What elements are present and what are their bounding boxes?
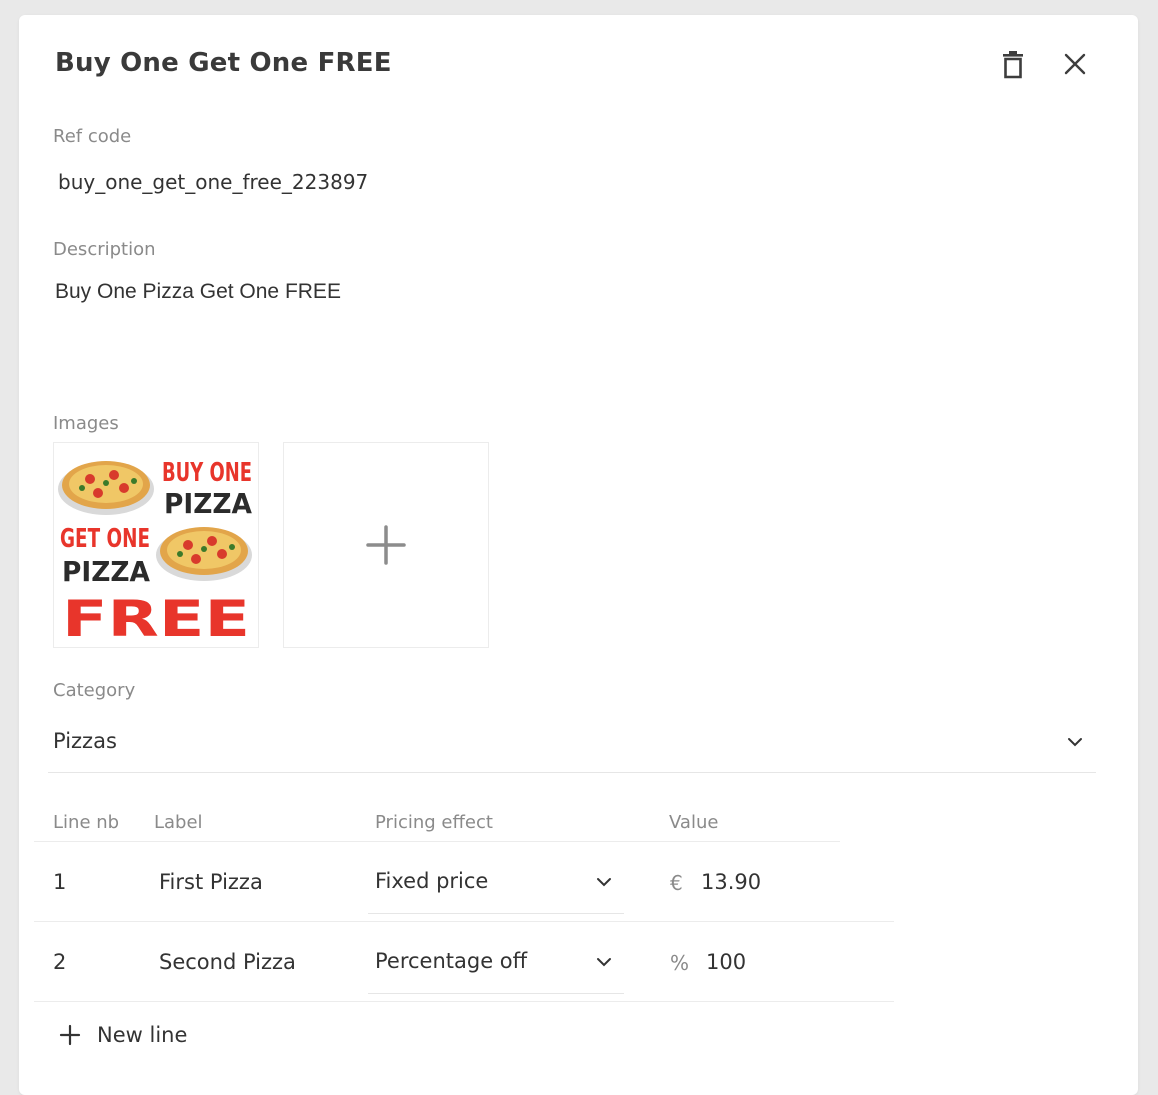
description-field[interactable]: Buy One Pizza Get One FREE: [55, 280, 341, 304]
plus-icon: [59, 1024, 81, 1046]
promo-image[interactable]: BUY ONE PIZZA GET ONE PIZZA FREE: [53, 442, 259, 648]
col-label: Label: [154, 812, 203, 833]
trash-icon: [1003, 51, 1023, 79]
col-line-nb: Line nb: [53, 812, 120, 833]
close-button[interactable]: [1062, 51, 1088, 77]
pizza-illustration: [58, 461, 154, 515]
promo-text: GET ONE: [60, 524, 150, 554]
col-pricing-effect: Pricing effect: [375, 812, 493, 833]
promo-text: FREE: [62, 590, 250, 647]
label-input[interactable]: First Pizza: [159, 870, 263, 894]
row-divider: [34, 921, 894, 922]
close-icon: [1064, 53, 1086, 75]
promo-text: PIZZA: [62, 555, 150, 588]
new-line-label: New line: [97, 1023, 188, 1047]
select-underline: [368, 913, 624, 914]
description-label: Description: [53, 239, 156, 260]
line-nb-cell: 1: [53, 870, 67, 894]
value-input[interactable]: 100: [706, 950, 746, 974]
pizza-illustration: [156, 527, 252, 581]
promo-text: BUY ONE: [162, 458, 252, 488]
chevron-down-icon[interactable]: [1067, 737, 1083, 747]
category-underline: [48, 772, 1096, 773]
promo-image-graphic: BUY ONE PIZZA GET ONE PIZZA FREE: [58, 458, 252, 647]
value-input[interactable]: 13.90: [701, 870, 761, 894]
pricing-effect-select[interactable]: Percentage off: [375, 949, 527, 973]
currency-symbol: €: [670, 871, 683, 895]
promo-text: PIZZA: [164, 487, 252, 520]
ref-code-label: Ref code: [53, 126, 132, 147]
category-label: Category: [53, 680, 136, 701]
dialog-title: Buy One Get One FREE: [55, 48, 392, 78]
chevron-down-icon[interactable]: [596, 877, 612, 887]
offer-dialog: Buy One Get One FREE Ref code buy_one_ge…: [19, 15, 1138, 1095]
header-divider: [34, 841, 840, 842]
new-line-button[interactable]: New line: [59, 1019, 187, 1051]
chevron-down-icon[interactable]: [596, 957, 612, 967]
delete-button[interactable]: [999, 50, 1027, 80]
col-value: Value: [669, 812, 719, 833]
label-input[interactable]: Second Pizza: [159, 950, 296, 974]
select-underline: [368, 993, 624, 994]
line-nb-cell: 2: [53, 950, 67, 974]
images-label: Images: [53, 413, 119, 434]
row-divider: [34, 1001, 894, 1002]
plus-icon: [366, 525, 406, 565]
ref-code-field[interactable]: buy_one_get_one_free_223897: [58, 170, 368, 194]
pricing-effect-select[interactable]: Fixed price: [375, 869, 488, 893]
category-select[interactable]: Pizzas: [53, 729, 117, 753]
add-image-button[interactable]: [283, 442, 489, 648]
percent-symbol: %: [670, 951, 690, 975]
